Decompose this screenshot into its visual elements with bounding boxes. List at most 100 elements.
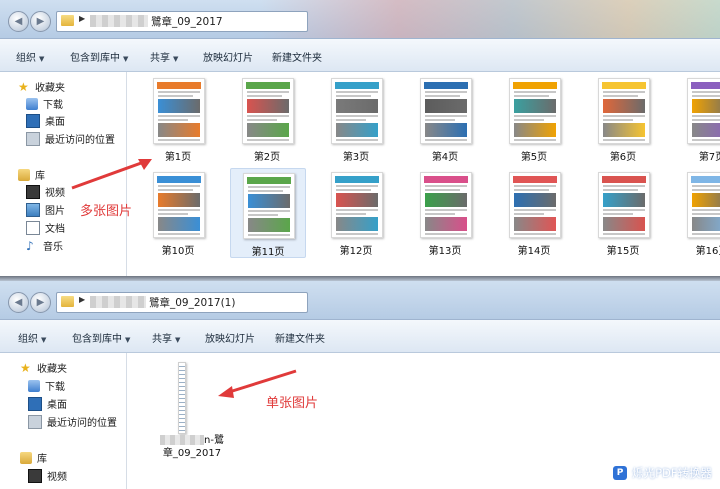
nav-label: 收藏夹 <box>35 83 65 94</box>
nav-favorites[interactable]: ★ 收藏夹 <box>18 78 65 95</box>
page-thumbnail-image <box>243 173 295 239</box>
page-thumbnail-image <box>420 172 472 238</box>
chevron-down-icon: ▼ <box>125 336 131 344</box>
command-bar: 组织 ▼ 包含到库中 ▼ 共享 ▼ 放映幻灯片 新建文件夹 <box>0 39 720 72</box>
chevron-down-icon: ▼ <box>175 336 181 344</box>
new-folder-button[interactable]: 新建文件夹 <box>272 49 322 64</box>
download-icon <box>26 97 38 110</box>
share-button[interactable]: 共享 ▼ <box>152 330 180 345</box>
nav-videos[interactable]: 视频 <box>28 467 67 484</box>
address-text: 鷺章_09_2017 <box>151 16 223 28</box>
star-icon: ★ <box>20 360 31 375</box>
thumbnail-label: 第13页 <box>428 246 462 257</box>
include-library-button[interactable]: 包含到库中 ▼ <box>72 330 130 345</box>
title-bar: ◀ ▶ ▶ 鷺章_09_2017 <box>0 0 720 39</box>
organize-label: 组织 <box>16 53 36 64</box>
folder-icon <box>61 15 74 26</box>
page-thumbnail-image <box>509 78 561 144</box>
nav-label: 文档 <box>45 224 65 235</box>
thumbnail-item[interactable]: 第6页 <box>586 74 660 163</box>
redacted-text <box>90 296 146 308</box>
thumbnail-item[interactable]: 第2页 <box>230 74 304 163</box>
new-folder-button[interactable]: 新建文件夹 <box>275 330 325 345</box>
slideshow-button[interactable]: 放映幻灯片 <box>203 49 253 64</box>
chevron-down-icon: ▼ <box>123 55 129 63</box>
share-label: 共享 <box>150 53 170 64</box>
share-button[interactable]: 共享 ▼ <box>150 49 178 64</box>
nav-libraries[interactable]: 库 <box>18 166 45 183</box>
page-thumbnail-image <box>242 78 294 144</box>
video-icon <box>26 184 40 199</box>
thumbnail-label: 第12页 <box>339 246 373 257</box>
nav-label: 图片 <box>45 206 65 217</box>
recent-places-icon <box>26 131 40 146</box>
thumbnail-item[interactable]: 第15页 <box>586 168 660 257</box>
nav-label: 桌面 <box>45 117 65 128</box>
thumbnail-label: 第3页 <box>342 152 370 163</box>
thumbnail-item[interactable]: 第16页 <box>675 168 720 257</box>
forward-button[interactable]: ▶ <box>30 292 51 313</box>
nav-videos[interactable]: 视频 <box>26 183 65 200</box>
star-icon: ★ <box>18 79 29 94</box>
organize-button[interactable]: 组织 ▼ <box>18 330 46 345</box>
address-bar[interactable]: ▶ 鷺章_09_2017 <box>56 11 308 32</box>
thumbnail-item[interactable]: 第11页 <box>230 168 306 258</box>
title-bar: ◀ ▶ ▶ 鷺章_09_2017(1) <box>0 281 720 320</box>
nav-label: 视频 <box>47 472 67 483</box>
page-thumbnail-image <box>420 78 472 144</box>
nav-downloads[interactable]: 下载 <box>26 95 63 112</box>
blurred-background <box>260 0 720 38</box>
nav-recent[interactable]: 最近访问的位置 <box>26 130 115 147</box>
nav-libraries[interactable]: 库 <box>20 449 47 466</box>
nav-favorites[interactable]: ★ 收藏夹 <box>20 359 67 376</box>
page-thumbnail-image <box>153 172 205 238</box>
thumbnail-item[interactable]: 第5页 <box>497 74 571 163</box>
nav-label: 库 <box>35 171 45 182</box>
include-library-label: 包含到库中 <box>70 53 120 64</box>
page-thumbnail-image <box>687 172 720 238</box>
nav-pictures[interactable]: 图片 <box>26 201 65 218</box>
organize-button[interactable]: 组织 ▼ <box>16 49 44 64</box>
thumbnail-label: 第11页 <box>251 247 285 258</box>
thumbnail-item[interactable]: 第14页 <box>497 168 571 257</box>
file-name-line2: 章_09_2017 <box>162 448 222 459</box>
thumbnail-item[interactable]: 第7页 <box>675 74 720 163</box>
thumbnail-item[interactable]: 第3页 <box>319 74 393 163</box>
command-bar: 组织 ▼ 包含到库中 ▼ 共享 ▼ 放映幻灯片 新建文件夹 <box>0 320 720 353</box>
nav-label: 下载 <box>45 382 65 393</box>
annotation-multiple-images: 多张图片 <box>80 204 133 219</box>
nav-label: 最近访问的位置 <box>47 418 117 429</box>
nav-label: 下载 <box>43 100 63 111</box>
watermark-text: 烁光PDF转换器 <box>632 466 712 480</box>
back-button[interactable]: ◀ <box>8 292 29 313</box>
page-thumbnail-image <box>598 172 650 238</box>
thumbnail-label: 第10页 <box>161 246 195 257</box>
nav-downloads[interactable]: 下载 <box>28 377 65 394</box>
nav-desktop[interactable]: 桌面 <box>28 395 67 412</box>
document-icon <box>26 220 40 235</box>
nav-recent[interactable]: 最近访问的位置 <box>28 413 117 430</box>
address-text: 鷺章_09_2017(1) <box>149 297 236 309</box>
include-library-button[interactable]: 包含到库中 ▼ <box>70 49 128 64</box>
back-button[interactable]: ◀ <box>8 11 29 32</box>
address-bar[interactable]: ▶ 鷺章_09_2017(1) <box>56 292 308 313</box>
page-thumbnail-image <box>331 172 383 238</box>
forward-button[interactable]: ▶ <box>30 11 51 32</box>
share-label: 共享 <box>152 334 172 345</box>
chevron-right-icon: ▶ <box>79 295 86 304</box>
desktop-icon <box>26 113 40 128</box>
page-thumbnail-image <box>331 78 383 144</box>
red-arrow-annotation <box>71 159 152 190</box>
nav-documents[interactable]: 文档 <box>26 219 65 236</box>
page-thumbnail-image <box>598 78 650 144</box>
nav-label: 库 <box>37 454 47 465</box>
thumbnail-label: 第2页 <box>253 152 281 163</box>
thumbnail-item[interactable]: 第4页 <box>408 74 482 163</box>
thumbnail-item[interactable]: 第12页 <box>319 168 393 257</box>
thumbnail-item[interactable]: 第1页 <box>141 74 215 163</box>
nav-music[interactable]: ♪ 音乐 <box>26 237 63 254</box>
nav-desktop[interactable]: 桌面 <box>26 112 65 129</box>
download-icon <box>28 379 40 392</box>
slideshow-button[interactable]: 放映幻灯片 <box>205 330 255 345</box>
thumbnail-item[interactable]: 第13页 <box>408 168 482 257</box>
